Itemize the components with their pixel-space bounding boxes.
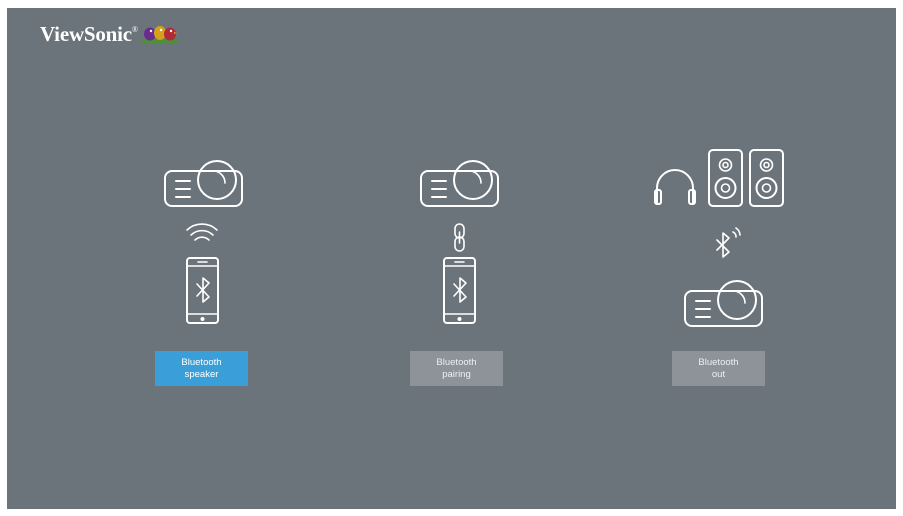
- projector-screen: ViewSonic ® Bluetooth speaker Bluetooth …: [7, 8, 896, 509]
- bluetooth-out-button[interactable]: Bluetooth out: [672, 351, 765, 386]
- projector-icon: [420, 160, 499, 207]
- smartphone-bluetooth-icon: [443, 257, 476, 324]
- speaker-icon-right: [749, 149, 784, 207]
- projector-icon: [164, 160, 243, 207]
- wireless-signal-icon: [186, 223, 218, 241]
- smartphone-bluetooth-icon: [186, 257, 219, 324]
- viewsonic-logo: ViewSonic ®: [40, 22, 179, 47]
- brand-name: ViewSonic: [40, 22, 132, 46]
- projector-icon: [684, 280, 763, 327]
- chain-link-icon: [454, 223, 465, 252]
- registered-mark: ®: [131, 25, 138, 34]
- bluetooth-signal-icon: [716, 227, 741, 258]
- button-label-line2: speaker: [184, 368, 219, 380]
- pairing-mode-illustration: [413, 158, 513, 328]
- button-label-line1: Bluetooth: [181, 356, 222, 368]
- speaker-mode-illustration: [157, 158, 257, 328]
- bluetooth-speaker-button[interactable]: Bluetooth speaker: [155, 351, 248, 386]
- headphones-icon: [654, 169, 696, 205]
- bluetooth-pairing-button[interactable]: Bluetooth pairing: [410, 351, 503, 386]
- button-label-line1: Bluetooth: [698, 356, 739, 368]
- out-mode-illustration: [647, 146, 792, 328]
- button-label-line2: pairing: [442, 368, 471, 380]
- speaker-icon-left: [708, 149, 743, 207]
- button-label-line1: Bluetooth: [436, 356, 477, 368]
- button-label-line2: out: [711, 368, 726, 380]
- birds-icon: [142, 26, 178, 43]
